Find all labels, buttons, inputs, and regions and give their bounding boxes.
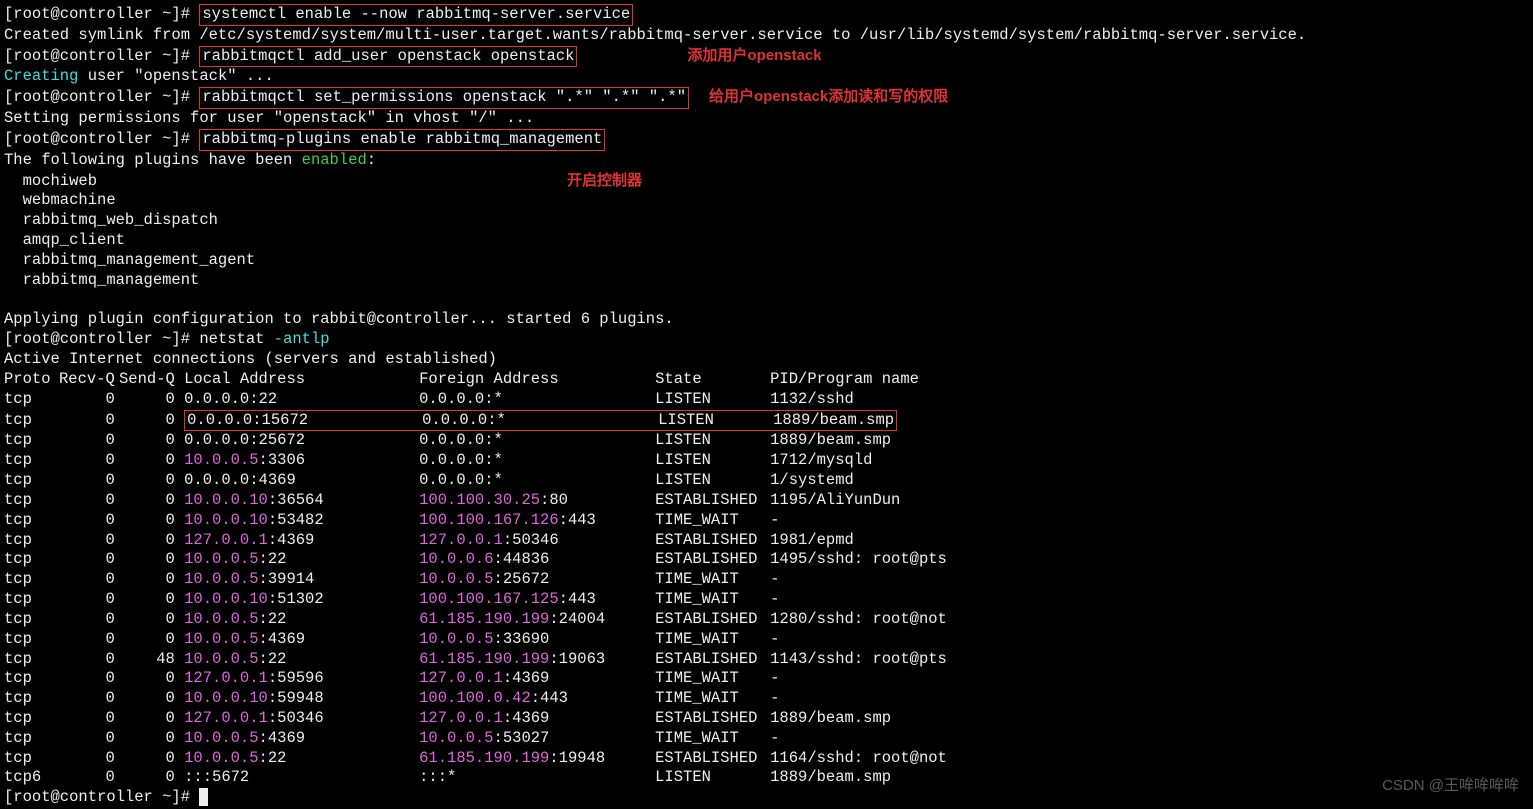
netstat-row: tcp00 10.0.0.10:51302100.100.167.125:443… — [4, 590, 947, 610]
netstat-table: ProtoRecv-QSend-Q Local AddressForeign A… — [4, 370, 947, 788]
prompt: [root@controller ~]# — [4, 130, 199, 148]
terminal-output: The following plugins have been enabled: — [4, 151, 1529, 171]
netstat-row: tcp00 10.0.0.10:36564100.100.30.25:80EST… — [4, 491, 947, 511]
terminal-output: Created symlink from /etc/systemd/system… — [4, 26, 1529, 46]
netstat-row: tcp00 0.0.0.0:256720.0.0.0:*LISTEN1889/b… — [4, 431, 947, 451]
prompt: [root@controller ~]# — [4, 5, 199, 23]
annotation-adduser: 添加用户openstack — [687, 47, 821, 64]
netstat-row: tcp00 127.0.0.1:50346127.0.0.1:4369ESTAB… — [4, 709, 947, 729]
netstat-row: tcp00 10.0.0.5:33060.0.0.0:*LISTEN1712/m… — [4, 451, 947, 471]
prompt: [root@controller ~]# — [4, 47, 199, 65]
command-rabbitmq-plugins: rabbitmq-plugins enable rabbitmq_managem… — [199, 129, 605, 151]
netstat-row: tcp00 127.0.0.1:4369127.0.0.1:50346ESTAB… — [4, 531, 947, 551]
plugin-item: rabbitmq_management — [4, 271, 1529, 291]
command-netstat: netstat — [199, 330, 273, 348]
netstat-row: tcp00 10.0.0.5:2210.0.0.6:44836ESTABLISH… — [4, 550, 947, 570]
plugin-item: webmachine — [4, 191, 1529, 211]
terminal-line: [root@controller ~]# netstat -antlp — [4, 330, 1529, 350]
netstat-row: tcp00 10.0.0.5:436910.0.0.5:33690TIME_WA… — [4, 630, 947, 650]
netstat-row: tcp048 10.0.0.5:2261.185.190.199:19063ES… — [4, 650, 947, 670]
netstat-columns: ProtoRecv-QSend-Q Local AddressForeign A… — [4, 370, 947, 390]
netstat-row: tcp00 0.0.0.0:220.0.0.0:*LISTEN1132/sshd — [4, 390, 947, 410]
netstat-row: tcp00 127.0.0.1:59596127.0.0.1:4369TIME_… — [4, 669, 947, 689]
plugin-item: amqp_client — [4, 231, 1529, 251]
plugin-item: mochiweb开启控制器 — [4, 171, 1529, 192]
netstat-row: tcp600 :::5672:::*LISTEN1889/beam.smp — [4, 768, 947, 788]
prompt: [root@controller ~]# — [4, 788, 199, 806]
cursor-icon — [199, 788, 208, 806]
terminal-line: [root@controller ~]# rabbitmqctl set_per… — [4, 87, 1529, 109]
prompt: [root@controller ~]# — [4, 330, 199, 348]
annotation-plugins: 开启控制器 — [567, 172, 642, 189]
netstat-row-highlight: tcp00 0.0.0.0:156720.0.0.0:*LISTEN1889/b… — [4, 410, 947, 432]
prompt: [root@controller ~]# — [4, 88, 199, 106]
netstat-row: tcp00 10.0.0.5:436910.0.0.5:53027TIME_WA… — [4, 729, 947, 749]
terminal-line: [root@controller ~]# rabbitmqctl add_use… — [4, 46, 1529, 68]
annotation-setperm: 给用户openstack添加读和写的权限 — [709, 88, 948, 105]
terminal-prompt-active[interactable]: [root@controller ~]# — [4, 788, 1529, 808]
watermark: CSDN @王哞哞哞哞 — [1382, 776, 1519, 795]
terminal-output: Applying plugin configuration to rabbit@… — [4, 310, 1529, 330]
netstat-row: tcp00 10.0.0.5:3991410.0.0.5:25672TIME_W… — [4, 570, 947, 590]
netstat-row: tcp00 10.0.0.10:59948100.100.0.42:443TIM… — [4, 689, 947, 709]
netstat-row: tcp00 0.0.0.0:43690.0.0.0:*LISTEN1/syste… — [4, 471, 947, 491]
netstat-header: Active Internet connections (servers and… — [4, 350, 1529, 370]
terminal-line: [root@controller ~]# systemctl enable --… — [4, 4, 1529, 26]
netstat-row: tcp00 10.0.0.5:2261.185.190.199:19948EST… — [4, 749, 947, 769]
terminal-output: Setting permissions for user "openstack"… — [4, 109, 1529, 129]
command-rabbitmqctl-adduser: rabbitmqctl add_user openstack openstack — [199, 46, 577, 68]
terminal-line: [root@controller ~]# rabbitmq-plugins en… — [4, 129, 1529, 151]
netstat-row: tcp00 10.0.0.5:2261.185.190.199:24004EST… — [4, 610, 947, 630]
plugin-item: rabbitmq_web_dispatch — [4, 211, 1529, 231]
netstat-row: tcp00 10.0.0.10:53482100.100.167.126:443… — [4, 511, 947, 531]
terminal-output: Creating user "openstack" ... — [4, 67, 1529, 87]
command-rabbitmqctl-setperm: rabbitmqctl set_permissions openstack ".… — [199, 87, 689, 109]
command-systemctl-enable: systemctl enable --now rabbitmq-server.s… — [199, 4, 633, 26]
plugin-item: rabbitmq_management_agent — [4, 251, 1529, 271]
